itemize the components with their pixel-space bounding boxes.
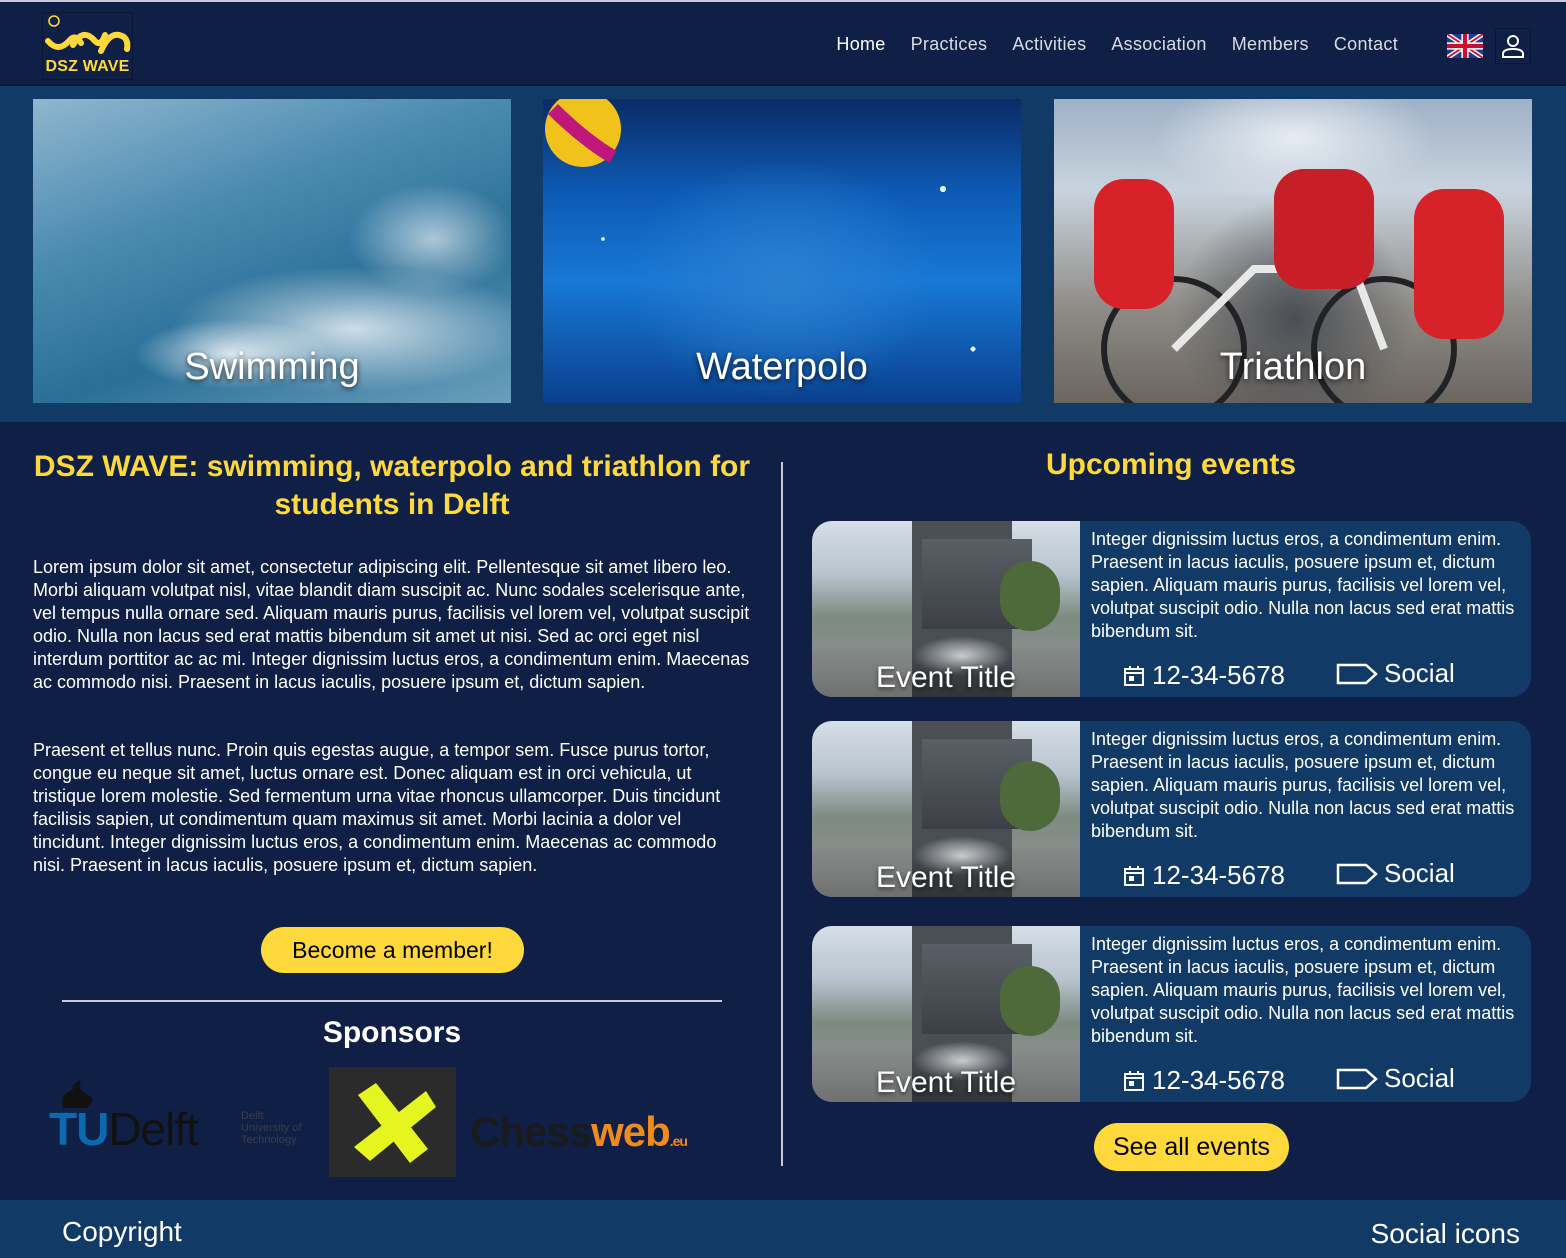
hero-card-waterpolo[interactable]: Waterpolo <box>543 99 1021 403</box>
event-category-text: Social <box>1384 1063 1455 1093</box>
event-card[interactable]: Event Title Integer dignissim luctus ero… <box>812 721 1531 897</box>
event-date: 12-34-5678 <box>1122 860 1285 891</box>
event-date-text: 12-34-5678 <box>1152 860 1285 890</box>
tudelft-subtitle-line: Delft <box>241 1110 264 1122</box>
tudelft-subtitle: Delft University of Technology <box>241 1110 302 1146</box>
event-category: Social <box>1336 1063 1455 1094</box>
nav-contact[interactable]: Contact <box>1334 34 1398 55</box>
intro-paragraph: Lorem ipsum dolor sit amet, consectetur … <box>33 557 750 692</box>
event-category-text: Social <box>1384 858 1455 888</box>
become-member-button[interactable]: Become a member! <box>261 927 524 973</box>
nav-members[interactable]: Members <box>1232 34 1309 55</box>
chessweb-logo[interactable]: Chessweb.eu <box>470 1108 688 1156</box>
tudelft-tu-text: TU <box>49 1103 109 1155</box>
column-divider <box>781 462 783 1166</box>
event-card[interactable]: Event Title Integer dignissim luctus ero… <box>812 926 1531 1102</box>
event-image-tree <box>1000 761 1060 831</box>
events-heading: Upcoming events <box>1045 448 1297 481</box>
tag-icon <box>1336 863 1378 884</box>
hero-card-title: Triathlon <box>1219 346 1367 388</box>
sponsors-heading: Sponsors <box>322 1016 462 1049</box>
chessweb-eu-text: .eu <box>669 1133 688 1149</box>
chessweb-chess-text: Chess <box>470 1108 592 1155</box>
event-description: Integer dignissim luctus eros, a condime… <box>1091 729 1515 841</box>
hero-card-swimming[interactable]: Swimming <box>33 99 511 403</box>
tag-icon <box>1336 663 1378 684</box>
event-date: 12-34-5678 <box>1122 1065 1285 1096</box>
hero-card-triathlon[interactable]: Triathlon <box>1054 99 1532 403</box>
account-button[interactable] <box>1495 28 1531 64</box>
event-title: Event Title <box>875 861 1017 894</box>
top-navigation-bar: DSZ WAVE Home Practices Activities Assoc… <box>0 0 1566 86</box>
wave-logo-icon <box>45 15 131 54</box>
hero-card-title: Swimming <box>184 346 360 388</box>
user-icon <box>1502 35 1524 58</box>
tudelft-delft-text: Delft <box>108 1103 199 1155</box>
calendar-icon <box>1124 1070 1144 1091</box>
intro-paragraph: Praesent et tellus nunc. Proin quis eges… <box>33 740 721 875</box>
uk-flag-icon[interactable] <box>1445 32 1485 60</box>
event-description: Integer dignissim luctus eros, a condime… <box>1091 529 1515 641</box>
event-category-text: Social <box>1384 658 1455 688</box>
tudelft-logo[interactable]: TUDelft Delft University of Technology <box>49 1080 311 1155</box>
sports-hero: Swimming Waterpolo Triathlon <box>0 86 1566 422</box>
dsz-wave-logo[interactable]: DSZ WAVE <box>42 12 133 80</box>
logo-text: DSZ WAVE <box>45 58 130 75</box>
event-category: Social <box>1336 658 1455 689</box>
see-all-events-button[interactable]: See all events <box>1094 1123 1289 1171</box>
waterpolo-ball-image <box>545 99 621 167</box>
social-icons-placeholder[interactable]: Social icons <box>1371 1218 1520 1250</box>
tudelft-subtitle-line: University of <box>241 1122 302 1134</box>
event-description: Integer dignissim luctus eros, a condime… <box>1091 934 1515 1046</box>
x-sponsor-logo[interactable] <box>329 1067 456 1177</box>
hero-card-title: Waterpolo <box>696 346 868 388</box>
calendar-icon <box>1124 665 1144 686</box>
event-date-text: 12-34-5678 <box>1152 660 1285 690</box>
tag-icon <box>1336 1068 1378 1089</box>
calendar-icon <box>1124 865 1144 886</box>
tudelft-subtitle-line: Technology <box>241 1134 297 1146</box>
event-title: Event Title <box>875 661 1017 694</box>
chessweb-web-text: web <box>591 1108 671 1155</box>
intro-heading: DSZ WAVE: swimming, waterpolo and triath… <box>33 450 751 521</box>
nav-practices[interactable]: Practices <box>911 34 988 55</box>
copyright-text: Copyright <box>62 1216 182 1247</box>
footer: Copyright Social icons <box>0 1200 1566 1258</box>
x-mark-icon <box>353 1083 436 1163</box>
event-category: Social <box>1336 858 1455 889</box>
event-date: 12-34-5678 <box>1122 660 1285 691</box>
nav-home[interactable]: Home <box>836 34 885 55</box>
nav-association[interactable]: Association <box>1111 34 1206 55</box>
main-menu: Home Practices Activities Association Me… <box>811 34 1398 55</box>
event-image-tree <box>1000 561 1060 631</box>
event-card[interactable]: Event Title Integer dignissim luctus ero… <box>812 521 1531 697</box>
event-image-tree <box>1000 966 1060 1036</box>
tudelft-wordmark: TUDelft <box>49 1102 199 1156</box>
nav-activities[interactable]: Activities <box>1012 34 1086 55</box>
event-date-text: 12-34-5678 <box>1152 1065 1285 1095</box>
event-title: Event Title <box>875 1066 1017 1099</box>
divider <box>62 1000 722 1002</box>
